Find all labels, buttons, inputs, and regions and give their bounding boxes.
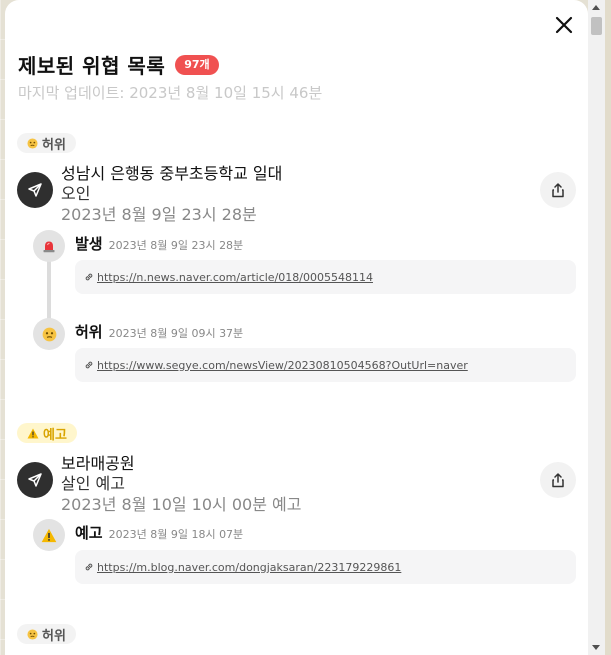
event-name: 발생 [75, 235, 103, 253]
confused-face-icon [27, 628, 38, 640]
share-icon [552, 472, 564, 487]
link-icon [85, 273, 93, 281]
scrollbar[interactable] [588, 0, 605, 655]
link-icon [85, 361, 93, 369]
map-edge [605, 0, 611, 655]
type-tag-label: 허위 [42, 628, 66, 644]
confused-face-icon [27, 137, 38, 149]
share-button[interactable] [540, 172, 576, 208]
timeline-dot [33, 318, 65, 350]
event-header: 예고 2023년 8월 9일 18시 07분 [75, 522, 243, 543]
last-updated: 마지막 업데이트: 2023년 8월 10일 15시 46분 [18, 84, 323, 102]
scroll-thumb[interactable] [591, 17, 602, 35]
timeline-dot [33, 230, 65, 262]
event-name: 예고 [75, 524, 103, 542]
source-link-box: https://m.blog.naver.com/dongjaksaran/22… [75, 550, 576, 584]
send-icon [28, 183, 42, 197]
event-name: 허위 [75, 323, 103, 341]
report-icon [17, 462, 53, 498]
type-tag-false: 허위 [17, 624, 76, 644]
scroll-down-arrow-icon[interactable] [592, 645, 600, 650]
event-header: 허위 2023년 8월 9일 09시 37분 [75, 321, 243, 342]
warning-icon [27, 428, 39, 438]
confused-face-icon [42, 327, 56, 341]
type-tag-label: 허위 [42, 137, 66, 153]
share-button[interactable] [540, 462, 576, 498]
source-link-box: https://n.news.naver.com/article/018/000… [75, 260, 576, 294]
siren-icon [43, 241, 55, 253]
close-icon [555, 16, 573, 34]
count-badge: 97개 [175, 54, 219, 75]
report-icon [17, 172, 53, 208]
type-tag-false: 허위 [17, 133, 76, 153]
source-link[interactable]: https://n.news.naver.com/article/018/000… [97, 271, 373, 284]
source-link-box: https://www.segye.com/newsView/202308105… [75, 348, 576, 382]
scroll-up-arrow-icon[interactable] [592, 5, 600, 10]
page-title: 제보된 위협 목록 [18, 54, 166, 78]
report-location: 성남시 은행동 중부초등학교 일대 [61, 164, 283, 183]
type-tag-label: 예고 [43, 427, 67, 443]
source-link[interactable]: https://m.blog.naver.com/dongjaksaran/22… [97, 561, 401, 574]
event-date: 2023년 8월 9일 18시 07분 [108, 528, 244, 541]
send-icon [28, 473, 42, 487]
event-header: 발생 2023년 8월 9일 23시 28분 [75, 233, 243, 254]
report-date: 2023년 8월 9일 23시 28분 [61, 205, 257, 224]
panel-header: 제보된 위협 목록 97개 [18, 50, 219, 79]
event-date: 2023년 8월 9일 09시 37분 [108, 327, 244, 340]
type-tag-warning: 예고 [17, 423, 77, 443]
warning-icon [41, 528, 57, 542]
close-button[interactable] [551, 12, 577, 38]
link-icon [85, 563, 93, 571]
share-icon [552, 182, 564, 197]
report-date: 2023년 8월 10일 10시 00분 예고 [61, 495, 302, 514]
threat-list-panel: 제보된 위협 목록 97개 마지막 업데이트: 2023년 8월 10일 15시… [5, 0, 588, 655]
timeline-dot [33, 519, 65, 551]
source-link[interactable]: https://www.segye.com/newsView/202308105… [97, 359, 468, 372]
event-date: 2023년 8월 9일 23시 28분 [108, 239, 244, 252]
